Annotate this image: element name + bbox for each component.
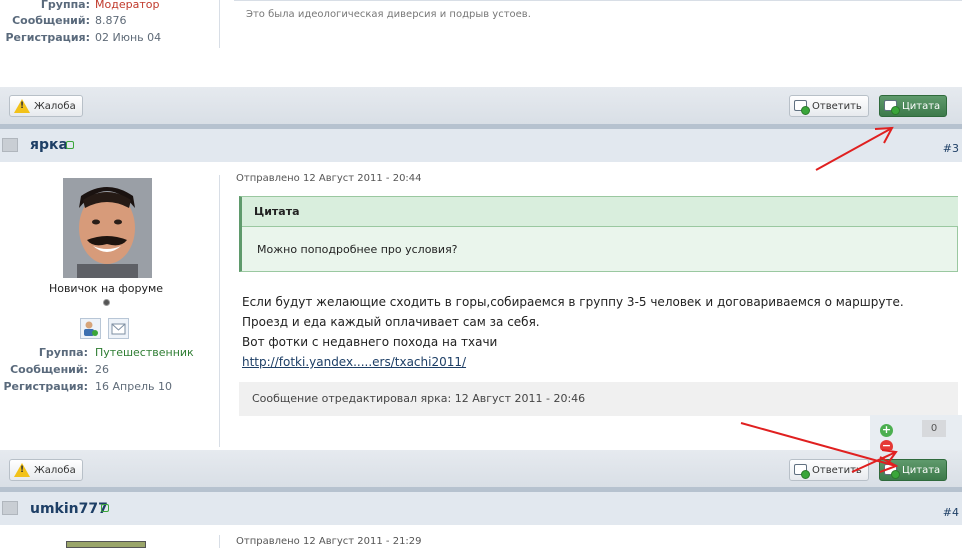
reply-button-label: Ответить (812, 464, 862, 476)
reply-button[interactable]: Ответить (789, 459, 869, 481)
report-button[interactable]: Жалоба (9, 459, 83, 481)
posts-value: 8.876 (95, 14, 127, 27)
quote-header: Цитата (242, 197, 958, 227)
quote-button-label: Цитата (902, 464, 941, 476)
warning-icon (14, 463, 30, 477)
profile-link-icon[interactable] (66, 141, 74, 149)
registration-value: 16 Апрель 10 (95, 380, 172, 393)
group-value: Путешественник (95, 346, 194, 359)
quote-button[interactable]: Цитата (879, 459, 948, 481)
group-value: Модератор (95, 0, 160, 11)
quote-button-label: Цитата (902, 100, 941, 112)
post-number-link[interactable]: #3 (943, 142, 959, 155)
posted-date: Отправлено 12 Август 2011 - 21:29 (236, 536, 422, 547)
message-line: Если будут желающие сходить в горы,собир… (242, 295, 904, 309)
signature-divider (234, 0, 962, 1)
registration-value: 02 Июнь 04 (95, 31, 162, 44)
group-label: Группа: (38, 346, 88, 359)
edit-note: Сообщение отредактировал ярка: 12 Август… (239, 382, 958, 416)
avatar[interactable] (63, 178, 152, 278)
profile-separator (219, 535, 220, 548)
rate-up-icon[interactable]: + (880, 424, 893, 437)
quote-icon (884, 464, 900, 479)
post-header: umkin777 #4 (0, 492, 962, 525)
posted-date: Отправлено 12 Август 2011 - 20:44 (236, 173, 422, 184)
user-rank: Новичок на форуме (48, 282, 164, 295)
offline-status-icon (103, 299, 110, 306)
post-actions-bar: Жалоба Ответить Цитата (0, 87, 962, 129)
reply-button[interactable]: Ответить (789, 95, 869, 117)
reply-icon (794, 100, 810, 115)
username-link[interactable]: umkin777 (30, 501, 108, 517)
posts-value: 26 (95, 363, 109, 376)
quote-text: Можно поподробнее про условия? (257, 243, 458, 256)
signature-text: Это была идеологическая диверсия и подры… (246, 9, 531, 20)
post-actions-bar: Жалоба Ответить Цитата (0, 450, 962, 492)
quote-button[interactable]: Цитата (879, 95, 948, 117)
warning-icon (14, 99, 30, 113)
quote-icon (884, 100, 900, 115)
avatar[interactable] (66, 541, 146, 548)
quote-block: Цитата Можно поподробнее про условия? (239, 196, 958, 272)
posts-label: Сообщений: (12, 14, 90, 27)
registration-label: Регистрация: (3, 380, 89, 393)
rating-box: + − 0 (870, 415, 962, 455)
user-icon (2, 138, 18, 152)
report-button-label: Жалоба (34, 100, 76, 112)
post-header: ярка #3 (0, 129, 962, 162)
message-line: Вот фотки с недавнего похода на тхачи (242, 335, 498, 349)
add-friend-icon[interactable] (80, 318, 101, 339)
profile-separator (219, 0, 220, 48)
rating-count: 0 (922, 420, 946, 437)
reply-icon (794, 464, 810, 479)
profile-link-icon[interactable] (101, 504, 109, 512)
post-number-link[interactable]: #4 (943, 506, 959, 519)
group-label: Группа: (40, 0, 90, 11)
registration-label: Регистрация: (5, 31, 91, 44)
send-message-icon[interactable] (108, 318, 129, 339)
profile-separator (219, 175, 220, 447)
message-line: Проезд и еда каждый оплачивает сам за се… (242, 315, 540, 329)
quote-title: Цитата (254, 205, 300, 218)
username-link[interactable]: ярка (30, 137, 68, 153)
avatar-image (63, 178, 152, 278)
edit-note-text: Сообщение отредактировал ярка: 12 Август… (252, 392, 586, 405)
reply-button-label: Ответить (812, 100, 862, 112)
posts-label: Сообщений: (10, 363, 88, 376)
user-icon (2, 501, 18, 515)
report-button-label: Жалоба (34, 464, 76, 476)
photo-link[interactable]: http://fotki.yandex.....ers/txachi2011/ (242, 355, 466, 369)
report-button[interactable]: Жалоба (9, 95, 83, 117)
